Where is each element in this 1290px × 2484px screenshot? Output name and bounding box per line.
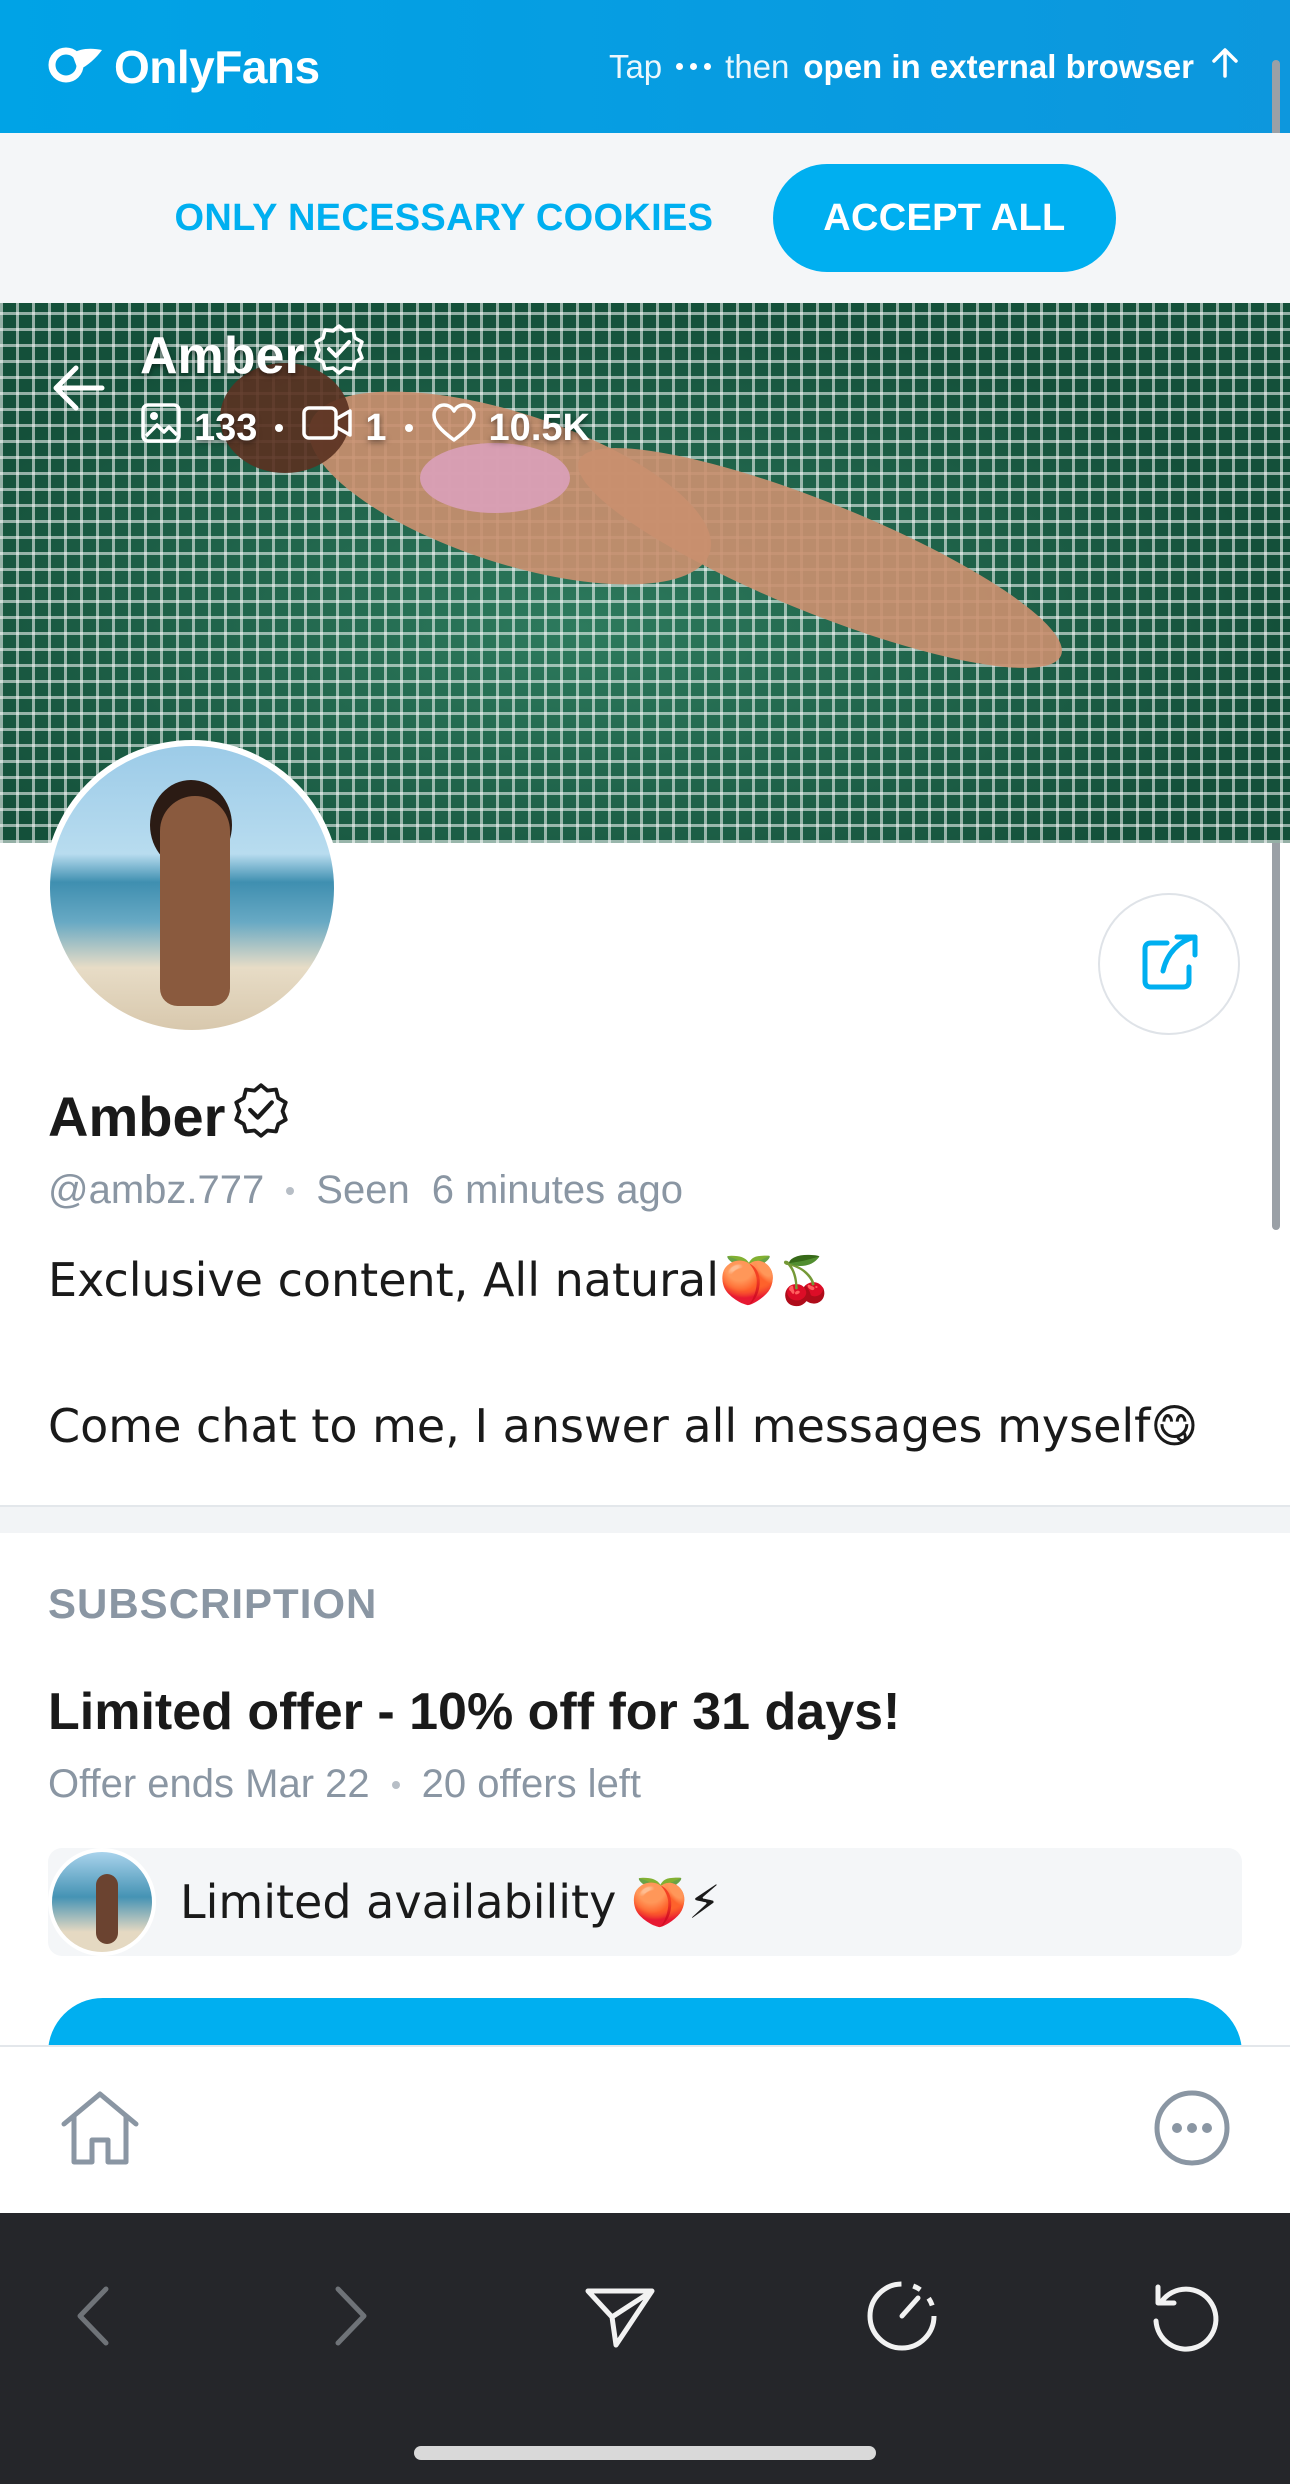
heart-icon: [431, 402, 477, 454]
offer-ends: Offer ends Mar 22: [48, 1762, 370, 1806]
profile-stats: 133 1 10.5K: [140, 402, 590, 454]
chevron-right-icon[interactable]: [326, 2283, 376, 2354]
stat-separator: [404, 424, 413, 432]
profile-handle: @ambz.777: [48, 1168, 265, 1212]
chevron-left-icon[interactable]: [68, 2283, 118, 2354]
home-indicator[interactable]: [414, 2446, 876, 2460]
browser-toolbar: [0, 2213, 1290, 2484]
likes-count: 10.5K: [488, 406, 590, 449]
onlyfans-banner: OnlyFans Tap then open in external brows…: [0, 0, 1290, 133]
profile-bio: Exclusive content, All natural🍑🍒 Come ch…: [48, 1252, 1248, 1543]
brand-name: OnlyFans: [114, 40, 320, 93]
cover-name-row: Amber: [140, 323, 590, 388]
separator-dot: [286, 1186, 295, 1195]
verified-badge-icon: [313, 323, 365, 388]
arrow-left-icon[interactable]: [50, 363, 106, 418]
videos-stat[interactable]: 1: [301, 403, 387, 453]
cover-header: Amber 133 1 10.5K: [0, 303, 1290, 454]
reload-icon[interactable]: [1148, 2279, 1222, 2358]
cookie-consent-bar: ONLY NECESSARY COOKIES ACCEPT ALL: [0, 133, 1290, 303]
offer-meta: Offer ends Mar 22 20 offers left: [48, 1762, 641, 1807]
hint-then: then: [725, 47, 790, 85]
promo-text: Limited availability 🍑⚡: [180, 1874, 721, 1929]
more-icon[interactable]: [1152, 2088, 1232, 2173]
promo-avatar: [48, 1848, 156, 1956]
bottom-app-nav: [0, 2045, 1290, 2213]
arrow-up-icon: [1208, 46, 1242, 88]
profile-avatar[interactable]: [44, 740, 340, 1036]
video-icon: [301, 403, 353, 453]
likes-stat[interactable]: 10.5K: [431, 402, 590, 454]
gauge-icon[interactable]: [864, 2278, 940, 2359]
send-icon[interactable]: [584, 2283, 656, 2354]
app-screen: OnlyFans Tap then open in external brows…: [0, 0, 1290, 2484]
browser-icons: [0, 2213, 1290, 2373]
separator-dot: [391, 1780, 400, 1789]
external-browser-hint[interactable]: Tap then open in external browser: [609, 46, 1242, 88]
share-icon: [1137, 931, 1201, 998]
onlyfans-logo-icon: [48, 44, 104, 89]
cover-title-block: Amber 133 1 10.5K: [140, 323, 590, 454]
only-necessary-cookies-button[interactable]: ONLY NECESSARY COOKIES: [175, 197, 714, 240]
section-divider: [0, 1505, 1290, 1533]
promo-message: Limited availability 🍑⚡: [48, 1848, 1242, 1956]
accept-all-cookies-button[interactable]: ACCEPT ALL: [773, 164, 1116, 272]
hint-tap: Tap: [608, 47, 663, 85]
handle-row: @ambz.777 Seen 6 minutes ago: [48, 1168, 683, 1213]
profile-name-row: Amber: [48, 1082, 289, 1151]
photos-stat[interactable]: 133: [140, 402, 257, 454]
subscription-section-title: SUBSCRIPTION: [48, 1580, 378, 1627]
dots-icon: [676, 63, 712, 70]
image-icon: [140, 402, 182, 454]
hint-action: open in external browser: [803, 47, 1194, 85]
bio-line: Exclusive content, All natural🍑🍒: [48, 1253, 834, 1307]
seen-time: 6 minutes ago: [431, 1168, 683, 1212]
verified-badge-icon: [233, 1082, 289, 1151]
brand-logo[interactable]: OnlyFans: [48, 40, 320, 94]
avatar-figure: [160, 796, 230, 1006]
profile-name: Amber: [48, 1085, 226, 1148]
cover-name: Amber: [140, 326, 305, 385]
photos-count: 133: [194, 406, 258, 449]
stat-separator: [275, 424, 284, 432]
offers-left: 20 offers left: [421, 1762, 642, 1806]
home-icon[interactable]: [58, 2088, 142, 2173]
seen-label: Seen: [316, 1168, 410, 1212]
videos-count: 1: [365, 406, 387, 449]
share-button[interactable]: [1098, 893, 1240, 1035]
bio-line: Come chat to me, I answer all messages m…: [48, 1398, 1199, 1453]
offer-title: Limited offer - 10% off for 31 days!: [48, 1683, 901, 1741]
